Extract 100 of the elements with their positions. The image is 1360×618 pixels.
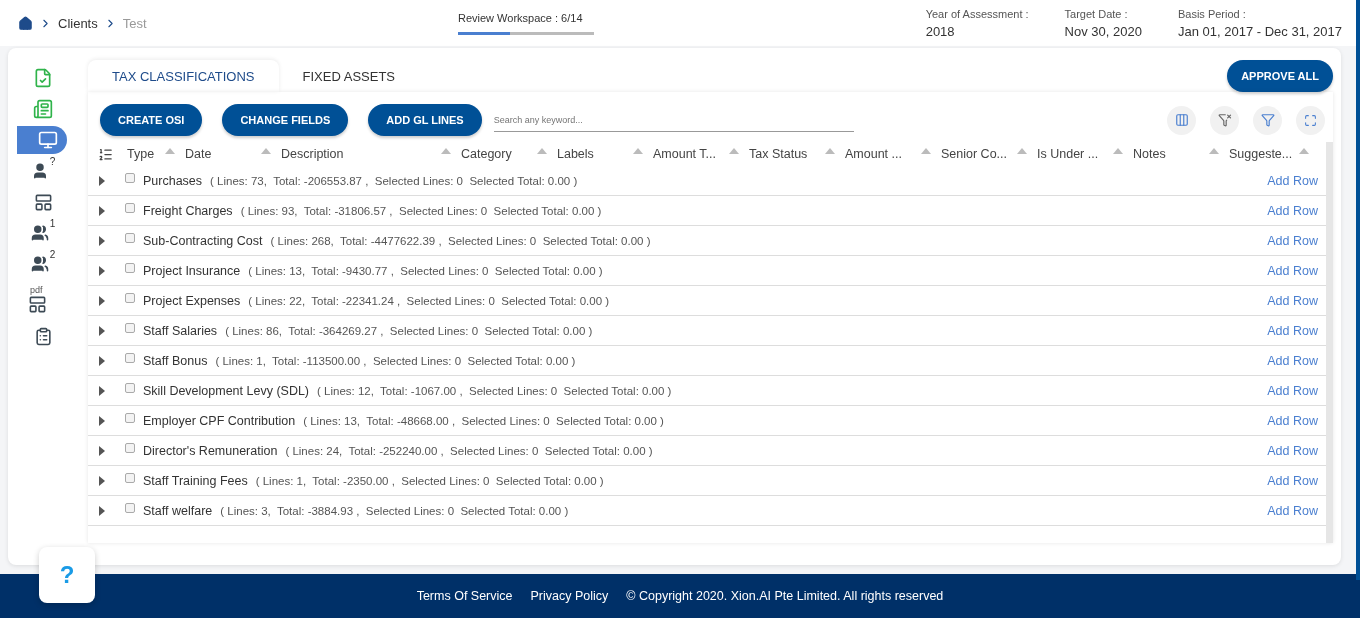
home-icon[interactable] bbox=[18, 15, 33, 31]
group-summary: ( Lines: 1, Total: -2350.00 , Selected Lines: 0 Selected Total: 0.00 ) bbox=[255, 474, 604, 487]
sort-caret-icon bbox=[1017, 147, 1027, 155]
add-row-link[interactable]: Add Row bbox=[1267, 353, 1318, 368]
info-value: Nov 30, 2020 bbox=[1064, 23, 1142, 39]
sort-caret-icon bbox=[441, 147, 451, 155]
add-row-link[interactable]: Add Row bbox=[1267, 413, 1318, 428]
group-summary: ( Lines: 93, Total: -31806.57 , Selected Lines: 0 Selected Total: 0.00 ) bbox=[240, 204, 602, 217]
breadcrumb-link[interactable]: Clients bbox=[58, 15, 98, 31]
group-name: Staff Bonus bbox=[143, 353, 208, 368]
add-row-link[interactable]: Add Row bbox=[1267, 323, 1318, 338]
sidebar-item[interactable]: 1 bbox=[8, 219, 58, 247]
info-label: Basis Period : bbox=[1177, 7, 1247, 20]
expand-icon[interactable] bbox=[98, 325, 106, 336]
sort-caret-icon bbox=[729, 147, 739, 155]
table-icon bbox=[28, 295, 47, 314]
badge-label: 1 bbox=[49, 219, 56, 229]
clipboard-icon bbox=[33, 326, 53, 346]
column-header[interactable]: Category bbox=[461, 147, 557, 161]
action-button[interactable]: CHANGE FIELDS bbox=[222, 104, 349, 136]
row-checkbox[interactable] bbox=[125, 262, 135, 273]
footer-link[interactable]: Terms Of Service bbox=[416, 589, 513, 603]
expand-icon[interactable] bbox=[98, 385, 106, 396]
add-row-link[interactable]: Add Row bbox=[1267, 473, 1318, 488]
group-summary: ( Lines: 1, Total: -113500.00 , Selected Lines: 0 Selected Total: 0.00 ) bbox=[215, 354, 576, 367]
sort-caret-icon bbox=[1209, 147, 1219, 155]
columns-button[interactable] bbox=[1167, 105, 1196, 135]
add-row-link[interactable]: Add Row bbox=[1267, 503, 1318, 518]
group-name: Director's Remuneration bbox=[143, 443, 278, 458]
add-row-link[interactable]: Add Row bbox=[1267, 263, 1318, 278]
column-header[interactable]: Notes bbox=[1133, 147, 1229, 161]
column-header[interactable]: Amount ... bbox=[845, 147, 941, 161]
row-checkbox[interactable] bbox=[125, 202, 135, 213]
badge-label: ? bbox=[49, 157, 56, 167]
footer-link[interactable]: Privacy Policy bbox=[530, 589, 609, 603]
column-header[interactable]: Tax Status bbox=[749, 147, 845, 161]
column-header[interactable]: Description bbox=[281, 147, 461, 161]
expand-icon[interactable] bbox=[98, 175, 106, 186]
add-row-link[interactable]: Add Row bbox=[1267, 383, 1318, 398]
fullscreen-button[interactable] bbox=[1296, 105, 1325, 135]
expand-icon[interactable] bbox=[98, 295, 106, 306]
add-row-link[interactable]: Add Row bbox=[1267, 233, 1318, 248]
sidebar-item[interactable]: 2 bbox=[8, 250, 58, 278]
sidebar-item[interactable]: pdf bbox=[8, 281, 58, 319]
add-row-link[interactable]: Add Row bbox=[1267, 293, 1318, 308]
sidebar-item[interactable] bbox=[17, 126, 67, 154]
group-name: Staff Training Fees bbox=[143, 473, 248, 488]
row-checkbox[interactable] bbox=[125, 412, 135, 423]
action-button[interactable]: ADD GL LINES bbox=[368, 104, 482, 136]
column-header[interactable]: Senior Co... bbox=[941, 147, 1037, 161]
expand-icon[interactable] bbox=[98, 205, 106, 216]
row-checkbox[interactable] bbox=[125, 172, 135, 183]
row-checkbox[interactable] bbox=[125, 322, 135, 333]
expand-icon[interactable] bbox=[98, 415, 106, 426]
expand-icon[interactable] bbox=[98, 505, 106, 516]
sort-list-icon[interactable] bbox=[98, 146, 113, 162]
expand-icon[interactable] bbox=[98, 235, 106, 246]
add-row-link[interactable]: Add Row bbox=[1267, 203, 1318, 218]
expand-icon[interactable] bbox=[98, 475, 106, 486]
column-header[interactable]: Suggeste... bbox=[1229, 147, 1319, 161]
expand-icon[interactable] bbox=[98, 265, 106, 276]
group-name: Project Insurance bbox=[143, 263, 241, 278]
copyright-text: © Copyright 2020. Xion.AI Pte Limited. All rights reserved bbox=[626, 589, 944, 603]
expand-icon[interactable] bbox=[98, 445, 106, 456]
column-header[interactable]: Amount T... bbox=[653, 147, 749, 161]
users-icon bbox=[30, 255, 49, 273]
row-checkbox[interactable] bbox=[125, 292, 135, 303]
columns-icon bbox=[1174, 113, 1189, 127]
row-checkbox[interactable] bbox=[125, 352, 135, 363]
add-row-link[interactable]: Add Row bbox=[1267, 173, 1318, 188]
row-checkbox[interactable] bbox=[125, 232, 135, 243]
sort-caret-icon bbox=[1299, 147, 1309, 155]
row-checkbox[interactable] bbox=[125, 382, 135, 393]
sort-caret-icon bbox=[633, 147, 643, 155]
group-name: Staff Salaries bbox=[143, 323, 218, 338]
sidebar-item[interactable]: ? bbox=[8, 157, 58, 185]
sort-caret-icon bbox=[537, 147, 547, 155]
column-header[interactable]: Date bbox=[185, 147, 281, 161]
tab[interactable]: FIXED ASSETS bbox=[278, 60, 420, 92]
row-checkbox[interactable] bbox=[125, 472, 135, 483]
action-button[interactable]: CREATE OSI bbox=[100, 104, 203, 136]
info-label: Year of Assessment : bbox=[925, 7, 1029, 20]
clear-filter-button[interactable] bbox=[1210, 105, 1239, 135]
group-name: Freight Charges bbox=[143, 203, 233, 218]
column-header[interactable]: Is Under ... bbox=[1037, 147, 1133, 161]
row-checkbox[interactable] bbox=[125, 502, 135, 513]
filter-button[interactable] bbox=[1253, 105, 1282, 135]
row-checkbox[interactable] bbox=[125, 442, 135, 453]
expand-icon[interactable] bbox=[98, 355, 106, 366]
info-value: Jan 01, 2017 - Dec 31, 2017 bbox=[1177, 23, 1342, 39]
group-summary: ( Lines: 22, Total: -22341.24 , Selected Lines: 0 Selected Total: 0.00 ) bbox=[248, 294, 610, 307]
tab[interactable]: TAX CLASSIFICATIONS bbox=[88, 60, 279, 92]
group-name: Project Expenses bbox=[143, 293, 241, 308]
group-summary: ( Lines: 12, Total: -1067.00 , Selected Lines: 0 Selected Total: 0.00 ) bbox=[317, 384, 672, 397]
approve-button[interactable]: APPROVE ALL bbox=[1227, 60, 1333, 92]
sort-caret-icon bbox=[261, 147, 271, 155]
column-header[interactable]: Type bbox=[127, 147, 185, 161]
add-row-link[interactable]: Add Row bbox=[1267, 443, 1318, 458]
column-header[interactable]: Labels bbox=[557, 147, 653, 161]
group-summary: ( Lines: 268, Total: -4477622.39 , Selected Lines: 0 Selected Total: 0.00 ) bbox=[270, 234, 651, 247]
